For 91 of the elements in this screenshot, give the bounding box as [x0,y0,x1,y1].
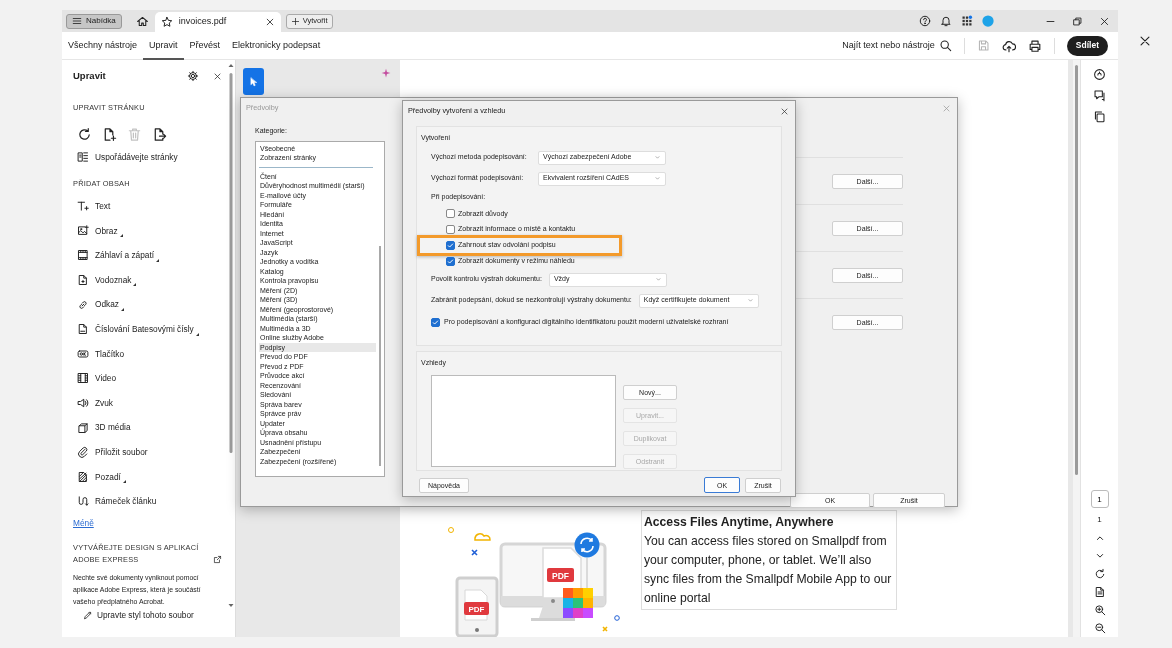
tool-item[interactable]: Vodoznak [95,273,132,287]
tool-item[interactable]: Video [95,372,117,385]
hatched-page-icon[interactable] [77,470,89,483]
numbered-page-icon[interactable] [77,323,89,336]
help-icon[interactable] [919,15,931,27]
page-number-field[interactable]: 1 [1090,490,1109,508]
paragraph: You can access files stored on Smallpdf from your computer, phone, or tablet. We’ll also sync files from the Smallpdf Mobile App to our online portal [644,533,893,607]
page-plus-icon[interactable] [102,126,117,142]
tool-item[interactable]: Rámeček článku [95,495,157,508]
chevron-down-icon [654,276,662,284]
toolbar-tab[interactable]: Elektronicky podepsat [226,31,327,60]
close-icon[interactable] [1138,34,1152,48]
cursor-arrow-icon [248,75,259,88]
category-list[interactable] [255,140,385,477]
home-icon[interactable] [135,14,149,28]
image-plus-icon[interactable] [77,224,89,237]
star-icon[interactable] [160,16,173,28]
share-button[interactable]: Sdílet [1066,35,1108,56]
page-icon[interactable] [77,274,89,287]
close-icon[interactable] [213,71,222,81]
menu-button[interactable]: Nabídka [66,13,122,29]
pdf-label: PDF [464,602,489,615]
toolbar-tab[interactable]: Převést [183,31,227,60]
pencil-icon[interactable] [83,610,93,621]
heading: Access Files Anytime, Anywhere [644,514,835,531]
chevron-down-icon [654,154,661,161]
scrollbar[interactable] [1075,65,1078,475]
tool-item[interactable]: Zvuk [95,396,113,410]
restore-icon[interactable] [1072,15,1083,27]
chevron-down-icon [654,175,661,182]
external-link-icon[interactable] [213,554,222,564]
plus-icon [290,16,300,26]
chat-sparkle-icon[interactable] [1093,68,1106,81]
toolbar-tab[interactable]: Upravit [143,31,184,60]
search-label[interactable]: Najít text nebo nástroje [842,38,935,53]
text-plus-icon[interactable] [77,200,89,213]
chevron-down-icon [746,297,754,305]
tool-item[interactable]: Přiložit soubor [95,446,148,459]
panel-title: Upravit [73,68,106,83]
less-link[interactable]: Méně [73,513,222,532]
copy-icon[interactable] [1093,110,1106,123]
scrollbar[interactable] [227,63,234,608]
checkbox[interactable] [446,209,455,219]
film-page-icon[interactable] [77,249,89,262]
tool-item[interactable]: Upravte styl tohoto soubor [97,609,194,622]
tab-title: invoices.pdf [178,15,227,29]
path-icon[interactable] [77,495,89,508]
app-link[interactable]: Smallpdf Mobile App [745,572,857,586]
tool-item[interactable]: Pozadí [95,470,121,484]
sparkle-icon[interactable] [381,68,391,78]
checkbox[interactable] [446,225,455,235]
menu-icon [72,16,82,26]
select-tool-button[interactable] [243,68,264,95]
comment-icon[interactable] [1093,89,1106,102]
page-arrow-icon[interactable] [152,126,167,142]
film-icon[interactable] [77,372,89,385]
zoom-in-icon[interactable] [1093,604,1106,616]
close-icon[interactable] [264,17,275,27]
cube-icon[interactable] [77,421,89,434]
tool-item[interactable]: Uspořádávejte stránky [95,150,178,164]
paperclip-icon[interactable] [77,446,89,459]
zoom-out-icon[interactable] [1093,622,1106,634]
apps-grid-icon[interactable] [961,15,973,27]
pdf-label: PDF [547,568,574,582]
page-icon[interactable] [1093,586,1106,598]
link-icon[interactable] [77,298,89,311]
organize-pages-icon[interactable] [77,151,89,163]
printer-icon[interactable] [1027,38,1042,53]
button-icon[interactable] [77,347,89,360]
tool-item[interactable]: Text [95,200,111,213]
bell-icon[interactable] [940,15,952,27]
cloud-upload-icon[interactable] [1001,38,1016,53]
rotate-icon[interactable] [77,126,92,142]
search-icon[interactable] [938,39,952,52]
tool-item[interactable]: 3D média [95,421,131,434]
checkbox[interactable] [446,241,455,250]
tool-item[interactable]: Číslování Batesovými čísly [95,323,194,336]
page-count: 1 [1097,514,1102,526]
speaker-icon[interactable] [77,397,89,410]
tool-item[interactable]: Záhlaví a zápatí [95,249,155,262]
settings-icon[interactable] [187,70,199,82]
tool-item[interactable]: Odkaz [95,298,119,311]
rotate-icon[interactable] [1093,568,1106,580]
tool-item[interactable]: Tlačítko [95,347,125,361]
scrollbar[interactable] [379,245,381,466]
toolbar-tab[interactable]: Všechny nástroje [62,31,144,60]
checkbox[interactable] [446,256,455,266]
document-tab[interactable]: invoices.pdf [154,12,281,32]
checkbox[interactable] [431,317,440,327]
tool-item[interactable]: Obraz [95,224,118,238]
close-icon[interactable] [1099,15,1110,27]
